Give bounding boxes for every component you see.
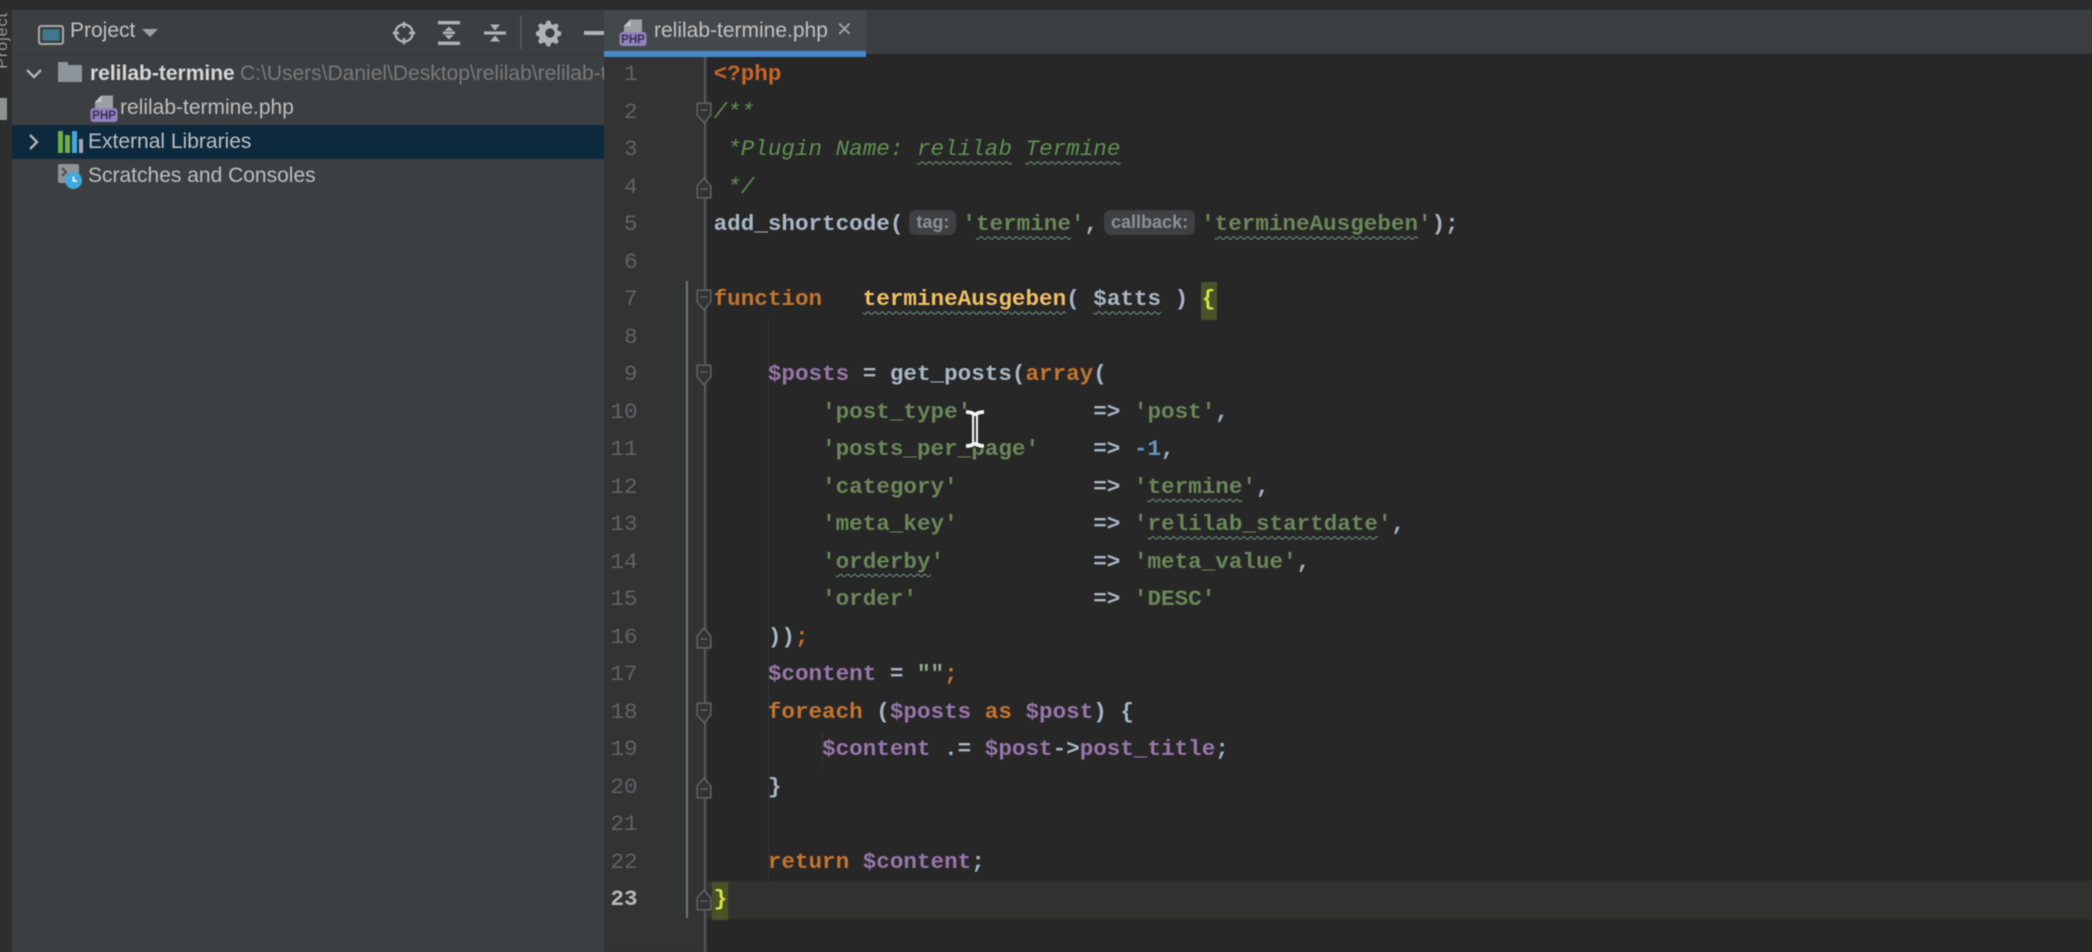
svg-text:PHP: PHP (92, 110, 116, 122)
svg-text:PHP: PHP (621, 34, 645, 46)
